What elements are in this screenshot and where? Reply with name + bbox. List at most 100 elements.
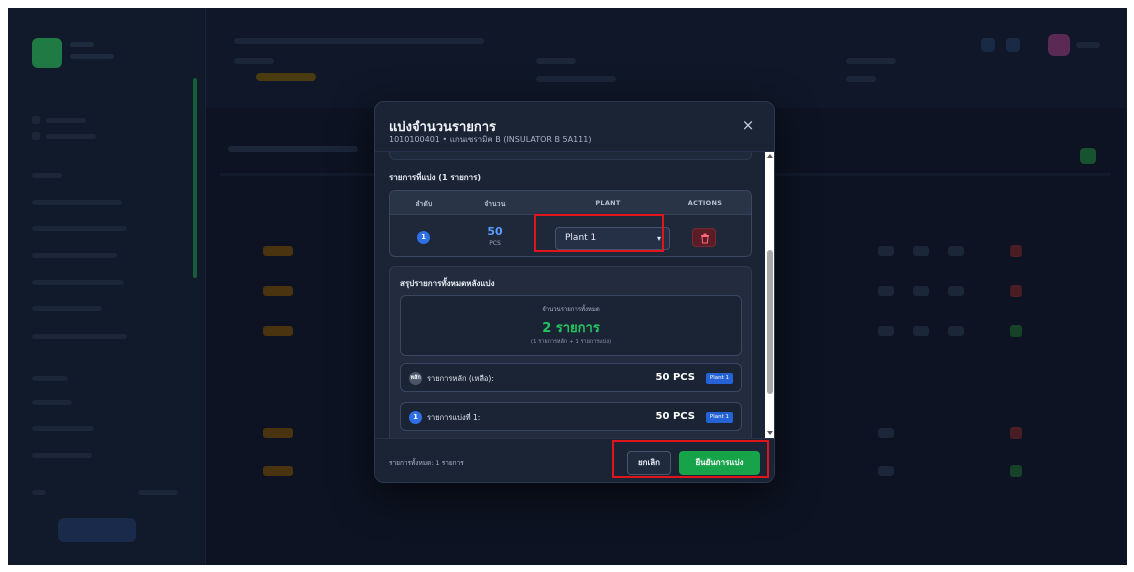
summary-row-label: รายการหลัก (เหลือ): xyxy=(427,374,494,383)
split-table-header: ลำดับ จำนวน PLANT ACTIONS xyxy=(390,191,751,215)
info-label-placeholder xyxy=(846,58,896,64)
info-value-placeholder xyxy=(536,76,616,82)
total-items-note: (1 รายการหลัก + 1 รายการแบ่ง) xyxy=(530,339,612,345)
page-heading-placeholder xyxy=(234,38,484,44)
nav-section-label xyxy=(32,490,46,495)
column-header-plant: PLANT xyxy=(595,199,621,207)
page-subheading-placeholder xyxy=(234,58,274,64)
nav-item[interactable] xyxy=(32,334,127,339)
total-items-label: จำนวนรายการทั้งหมด xyxy=(542,306,600,313)
table-cell xyxy=(263,428,293,438)
nav-item[interactable] xyxy=(46,134,96,139)
status-badge xyxy=(1010,245,1022,257)
split-item-number-icon: 1 xyxy=(409,411,422,424)
column-header-qty: จำนวน xyxy=(484,200,506,208)
avatar[interactable] xyxy=(1048,34,1070,56)
table-cell xyxy=(948,326,964,336)
plant-select-value: Plant 1 xyxy=(565,233,597,243)
table-cell xyxy=(263,246,293,256)
split-items-modal: แบ่งจำนวนรายการ 1010100401 • แกนเซรามิค … xyxy=(374,101,775,483)
search-icon[interactable] xyxy=(981,38,995,52)
status-badge xyxy=(256,73,316,81)
summary-row-main: หลัก รายการหลัก (เหลือ): 50 PCS Plant 1 xyxy=(400,363,742,392)
nav-item[interactable] xyxy=(32,453,92,458)
table-cell xyxy=(913,246,929,256)
trash-icon xyxy=(701,233,709,244)
nav-item[interactable] xyxy=(46,118,86,123)
close-icon[interactable]: × xyxy=(740,117,756,133)
nav-item[interactable] xyxy=(32,426,94,431)
app-name-placeholder xyxy=(70,42,94,47)
nav-icon xyxy=(32,132,40,140)
confirm-split-button[interactable]: ยืนยันการแบ่ง xyxy=(679,451,760,475)
table-cell xyxy=(948,286,964,296)
scroll-down-arrow-icon[interactable] xyxy=(767,431,773,435)
modal-footer: รายการทั้งหมด: 1 รายการ ยกเลิก ยืนยันการ… xyxy=(375,438,774,482)
previous-card xyxy=(389,152,752,160)
summary-card: สรุปรายการทั้งหมดหลังแบ่ง จำนวนรายการทั้… xyxy=(389,266,752,438)
app-logo xyxy=(32,38,62,68)
status-badge xyxy=(1010,325,1022,337)
table-cell xyxy=(878,326,894,336)
modal-scrollbar[interactable] xyxy=(765,152,774,438)
nav-item[interactable] xyxy=(138,490,178,495)
modal-subtitle: 1010100401 • แกนเซรามิค B (INSULATOR B 5… xyxy=(389,135,592,144)
nav-item[interactable] xyxy=(32,400,72,405)
chevron-down-icon: ▾ xyxy=(656,234,661,243)
user-menu-placeholder[interactable] xyxy=(1076,42,1100,48)
column-header-actions: ACTIONS xyxy=(687,199,723,207)
nav-item[interactable] xyxy=(32,226,127,231)
table-cell xyxy=(878,466,894,476)
nav-section-label xyxy=(32,376,68,381)
summary-row-label: รายการแบ่งที่ 1: xyxy=(427,413,481,422)
split-quantity: 50 xyxy=(487,225,503,238)
summary-row-split-1: 1 รายการแบ่งที่ 1: 50 PCS Plant 1 xyxy=(400,402,742,431)
table-cell xyxy=(913,326,929,336)
table-cell xyxy=(263,286,293,296)
info-label-placeholder xyxy=(536,58,576,64)
app-tagline-placeholder xyxy=(70,54,114,59)
table-cell xyxy=(913,286,929,296)
user-card[interactable] xyxy=(58,518,136,542)
main-item-icon: หลัก xyxy=(409,372,422,385)
total-items-value: 2 รายการ xyxy=(542,321,600,336)
summary-row-quantity: 50 PCS xyxy=(655,372,695,383)
table-cell xyxy=(878,428,894,438)
nav-item[interactable] xyxy=(32,280,124,285)
sidebar xyxy=(8,8,206,565)
status-badge xyxy=(1010,285,1022,297)
scroll-up-arrow-icon[interactable] xyxy=(767,154,773,158)
scrollbar-thumb[interactable] xyxy=(767,250,773,394)
table-cell xyxy=(263,466,293,476)
split-table: ลำดับ จำนวน PLANT ACTIONS 1 50 PCS Plant… xyxy=(389,190,752,257)
plant-badge: Plant 1 xyxy=(705,373,733,384)
nav-item[interactable] xyxy=(32,253,117,258)
nav-icon xyxy=(32,116,40,124)
split-section-title: รายการที่แบ่ง (1 รายการ) xyxy=(389,173,482,182)
modal-body: รายการที่แบ่ง (1 รายการ) ลำดับ จำนวน PLA… xyxy=(375,152,765,438)
total-items-box: จำนวนรายการทั้งหมด 2 รายการ (1 รายการหลั… xyxy=(400,295,742,356)
nav-section-label xyxy=(32,173,62,178)
bell-icon[interactable] xyxy=(1006,38,1020,52)
plant-badge: Plant 1 xyxy=(705,412,733,423)
table-cell xyxy=(948,246,964,256)
split-quantity-unit: PCS xyxy=(489,240,501,247)
nav-item[interactable] xyxy=(32,306,102,311)
plant-select[interactable]: Plant 1 ▾ xyxy=(555,227,670,250)
top-bar xyxy=(206,8,1127,108)
nav-item[interactable] xyxy=(32,200,122,205)
table-cell xyxy=(878,286,894,296)
footer-total-text: รายการทั้งหมด: 1 รายการ xyxy=(389,459,464,467)
sidebar-scroll-indicator xyxy=(193,78,197,278)
modal-header: แบ่งจำนวนรายการ 1010100401 • แกนเซรามิค … xyxy=(375,102,774,152)
table-cell xyxy=(878,246,894,256)
table-title-placeholder xyxy=(228,146,358,152)
info-value-placeholder xyxy=(846,76,876,82)
column-header-seq: ลำดับ xyxy=(415,200,433,208)
add-button[interactable] xyxy=(1080,148,1096,164)
status-badge xyxy=(1010,465,1022,477)
delete-row-button[interactable] xyxy=(692,228,716,247)
summary-title: สรุปรายการทั้งหมดหลังแบ่ง xyxy=(400,279,495,288)
row-sequence-badge: 1 xyxy=(417,231,430,244)
cancel-button[interactable]: ยกเลิก xyxy=(627,451,671,475)
